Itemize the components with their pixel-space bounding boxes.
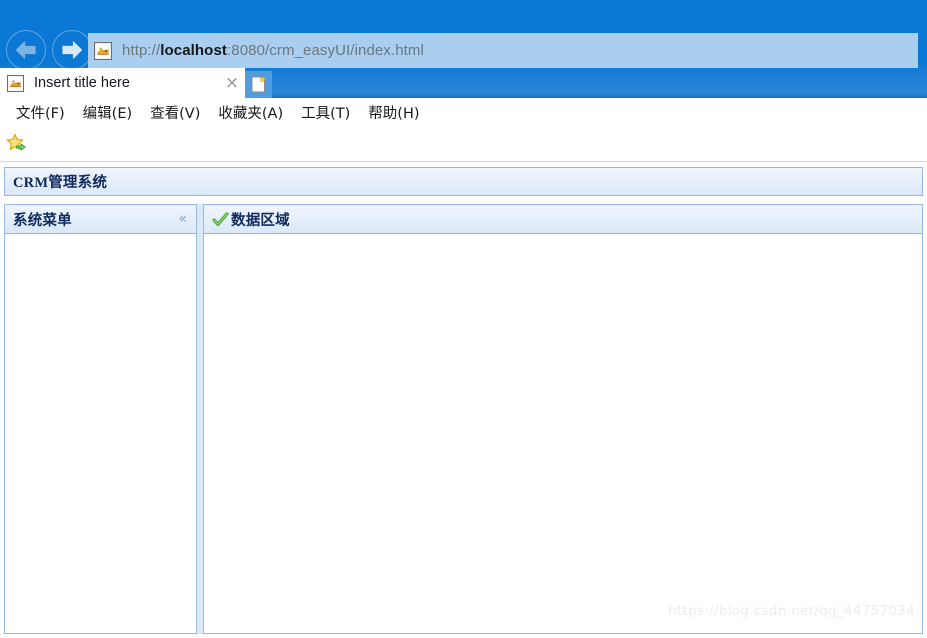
address-text: http://localhost:8080/crm_easyUI/index.h… <box>122 42 424 59</box>
tomcat-favicon-icon <box>94 42 112 60</box>
new-tab-button[interactable] <box>245 71 272 98</box>
favorites-bar <box>0 127 927 162</box>
address-scheme: http:// <box>122 42 160 59</box>
west-panel-header: 系统菜单 « <box>5 205 196 234</box>
system-menu-tree[interactable] <box>5 234 196 633</box>
center-panel-header: 数据区域 <box>204 205 922 234</box>
menu-item-view[interactable]: 查看(V) <box>142 100 210 125</box>
forward-arrow-icon <box>59 39 85 61</box>
green-check-icon <box>212 211 229 228</box>
menu-item-file[interactable]: 文件(F) <box>8 100 75 125</box>
back-button[interactable] <box>6 30 46 70</box>
tab-title: Insert title here <box>34 75 219 91</box>
back-arrow-icon <box>13 39 39 61</box>
tab-strip: Insert title here × <box>0 68 272 98</box>
close-icon[interactable]: × <box>219 68 245 98</box>
menu-item-edit[interactable]: 编辑(E) <box>75 100 142 125</box>
center-region-panel: 数据区域 <box>203 204 923 634</box>
data-area-body[interactable] <box>204 234 922 633</box>
menu-item-favorites[interactable]: 收藏夹(A) <box>210 100 293 125</box>
collapse-west-button[interactable]: « <box>175 212 190 226</box>
menu-item-help[interactable]: 帮助(H) <box>360 100 429 125</box>
watermark: https://blog.csdn.net/qq_44757034 <box>668 603 915 619</box>
address-path: :8080/crm_easyUI/index.html <box>227 42 424 59</box>
west-panel-title: 系统菜单 <box>13 209 72 230</box>
menu-bar: 文件(F) 编辑(E) 查看(V) 收藏夹(A) 工具(T) 帮助(H) <box>0 98 927 127</box>
center-panel-title: 数据区域 <box>231 209 290 230</box>
new-tab-icon <box>249 75 268 94</box>
app-header-panel: CRM管理系统 <box>4 167 923 196</box>
tomcat-favicon-icon <box>7 75 24 92</box>
layout-row: 系统菜单 « 数据区域 <box>4 204 923 634</box>
address-bar[interactable]: http://localhost:8080/crm_easyUI/index.h… <box>88 33 918 68</box>
navigation-buttons <box>6 30 92 70</box>
star-with-green-arrow-icon[interactable] <box>5 132 29 156</box>
west-region-panel: 系统菜单 « <box>4 204 197 634</box>
header-gap <box>4 196 923 204</box>
menu-item-tools[interactable]: 工具(T) <box>293 100 360 125</box>
forward-button[interactable] <box>52 30 92 70</box>
page-title: CRM管理系统 <box>13 171 107 192</box>
address-host: localhost <box>160 42 227 59</box>
browser-tab[interactable]: Insert title here × <box>0 68 245 98</box>
page-content: CRM管理系统 系统菜单 « 数据区域 https://blog.csdn.ne… <box>0 162 927 637</box>
browser-chrome: http://localhost:8080/crm_easyUI/index.h… <box>0 0 927 98</box>
